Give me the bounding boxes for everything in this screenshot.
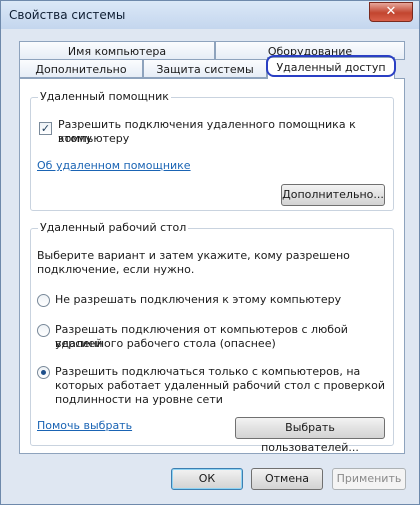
radio-allow-nla-only[interactable] [37, 366, 50, 379]
tab-label: Дополнительно [35, 63, 127, 76]
title-bar: Свойства системы ✕ [1, 1, 419, 29]
button-label: Применить [336, 472, 402, 485]
close-button[interactable]: ✕ [369, 2, 413, 22]
tab-system-protection[interactable]: Защита системы [143, 59, 267, 78]
instructions-line1: Выберите вариант и затем укажите, кому р… [37, 249, 350, 262]
option-deny-label: Не разрешать подключения к этому компьют… [55, 293, 342, 306]
tab-advanced[interactable]: Дополнительно [19, 59, 143, 78]
tab-annotation-highlight [266, 55, 396, 77]
select-users-button[interactable]: Выбрать пользователей... [235, 417, 385, 454]
remote-desktop-group: Удаленный рабочий стол Выберите вариант … [30, 221, 394, 454]
assistance-advanced-button[interactable]: Дополнительно... [281, 184, 385, 206]
close-icon: ✕ [385, 4, 397, 19]
instructions-line2: подключение, если нужно. [37, 263, 195, 276]
apply-button[interactable]: Применить [332, 468, 406, 490]
allow-assistance-checkbox[interactable]: ✓ [39, 122, 52, 135]
button-label: ОК [198, 472, 216, 485]
button-label: Отмена [264, 472, 310, 485]
tab-panel-remote: Удаленный помощник ✓ Разрешить подключен… [19, 78, 405, 454]
radio-deny-connections[interactable] [37, 294, 50, 307]
tab-computer-name[interactable]: Имя компьютера [19, 41, 215, 60]
system-properties-window: Свойства системы ✕ Имя компьютера Оборуд… [0, 0, 420, 505]
group-title: Удаленный помощник [38, 90, 171, 103]
window-title: Свойства системы [9, 8, 126, 22]
about-assistance-link[interactable]: Об удаленном помощнике [37, 159, 191, 173]
allow-assistance-label-line2: компьютеру [58, 132, 130, 145]
radio-allow-any-version[interactable] [37, 324, 50, 337]
option-nla-line3: подлинности на уровне сети [55, 393, 223, 406]
checkmark-icon: ✓ [40, 122, 51, 135]
option-any-version-line2: удаленного рабочего стола (опаснее) [55, 337, 276, 350]
tab-label: Защита системы [156, 63, 254, 76]
button-label: Выбрать пользователей... [261, 421, 359, 454]
help-choose-link[interactable]: Помочь выбрать [37, 419, 132, 433]
cancel-button[interactable]: Отмена [251, 468, 323, 490]
button-label: Дополнительно... [282, 188, 384, 201]
remote-assistance-group: Удаленный помощник ✓ Разрешить подключен… [30, 90, 394, 211]
ok-button[interactable]: ОК [171, 468, 243, 490]
option-nla-line1: Разрешить подключаться только с компьюте… [55, 365, 361, 378]
tab-label: Имя компьютера [67, 45, 167, 58]
option-nla-line2: которых работает удаленный рабочий стол … [55, 379, 386, 392]
group-title: Удаленный рабочий стол [38, 221, 189, 234]
